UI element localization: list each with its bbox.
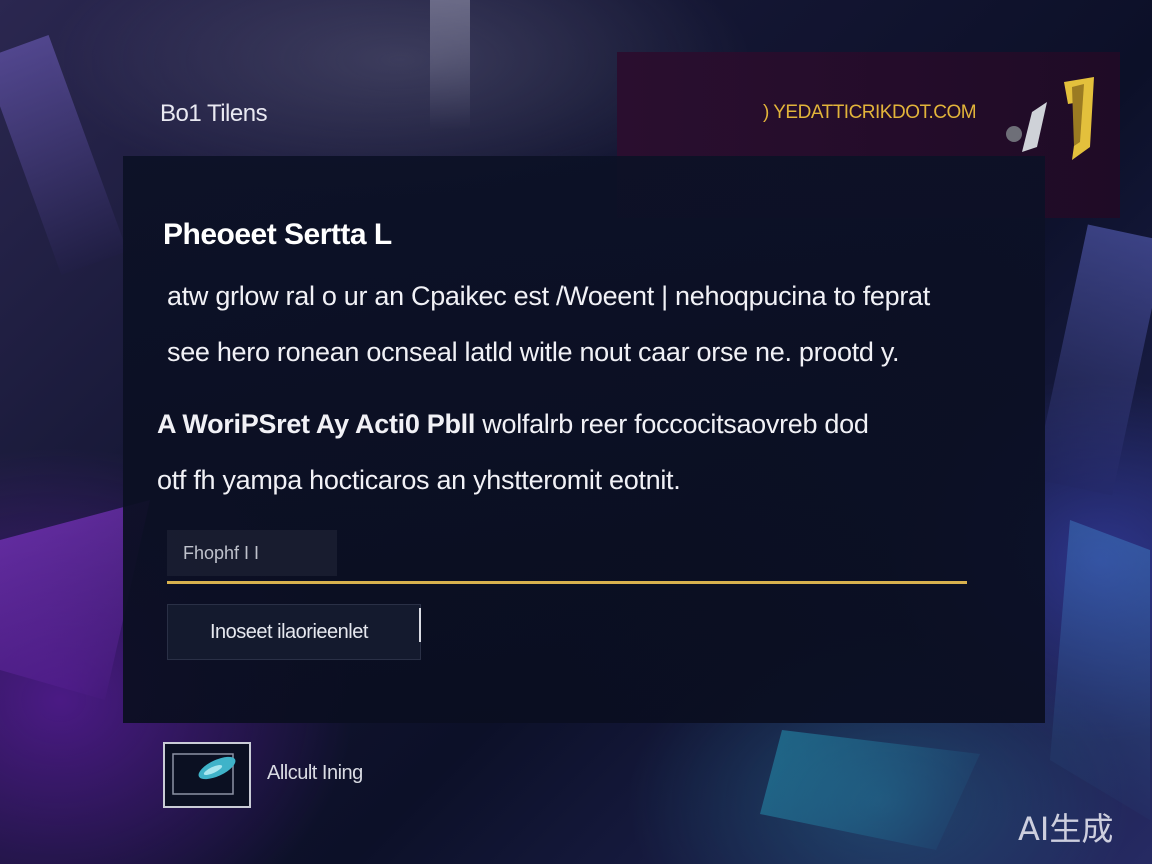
image-icon xyxy=(172,753,236,795)
background-shard xyxy=(760,730,980,850)
paragraph-lead: A WoriPSret Ay Acti0 Pbll xyxy=(157,409,476,439)
text-field[interactable] xyxy=(167,530,967,584)
text-cursor xyxy=(419,608,421,642)
description-paragraph: atw grlow ral o ur an Cpaikec est /Woeen… xyxy=(167,268,1047,380)
paragraph-line: see hero ronean ocnseal latld witle nout… xyxy=(167,337,900,367)
brand-logo-icon xyxy=(1006,77,1094,160)
text-input[interactable] xyxy=(167,530,927,576)
paragraph-rest: wolfalrb reer foccocitsaovreb dod xyxy=(475,409,869,439)
field-underline xyxy=(167,581,967,584)
paragraph-line: atw grlow ral o ur an Cpaikec est /Woeen… xyxy=(167,281,930,311)
background-shard xyxy=(1050,520,1150,820)
action-button[interactable]: Inoseet ilaorieenlet xyxy=(167,604,421,660)
main-card: Pheoeet Sertta L atw grlow ral o ur an C… xyxy=(123,156,1045,723)
detail-paragraph: A WoriPSret Ay Acti0 Pbll wolfalrb reer … xyxy=(157,396,1047,508)
banner-url[interactable]: ) YEDATTICRIKDOT.COM xyxy=(763,102,977,124)
paragraph-line: otf fh yampa hocticaros an yhstteromit e… xyxy=(157,465,681,495)
header-label: Bo1 Tilens xyxy=(160,100,268,127)
attachment-thumbnail[interactable] xyxy=(163,742,251,808)
attachment-item[interactable]: Allcult Ining xyxy=(163,740,403,810)
card-title: Pheoeet Sertta L xyxy=(163,218,392,251)
background-shard xyxy=(430,0,470,130)
paragraph-line: A WoriPSret Ay Acti0 Pbll wolfalrb reer … xyxy=(157,396,1047,452)
background-shard xyxy=(0,34,128,276)
attachment-label: Allcult Ining xyxy=(267,762,363,784)
background-shard xyxy=(1033,224,1152,496)
watermark: AI生成 xyxy=(1018,810,1114,848)
